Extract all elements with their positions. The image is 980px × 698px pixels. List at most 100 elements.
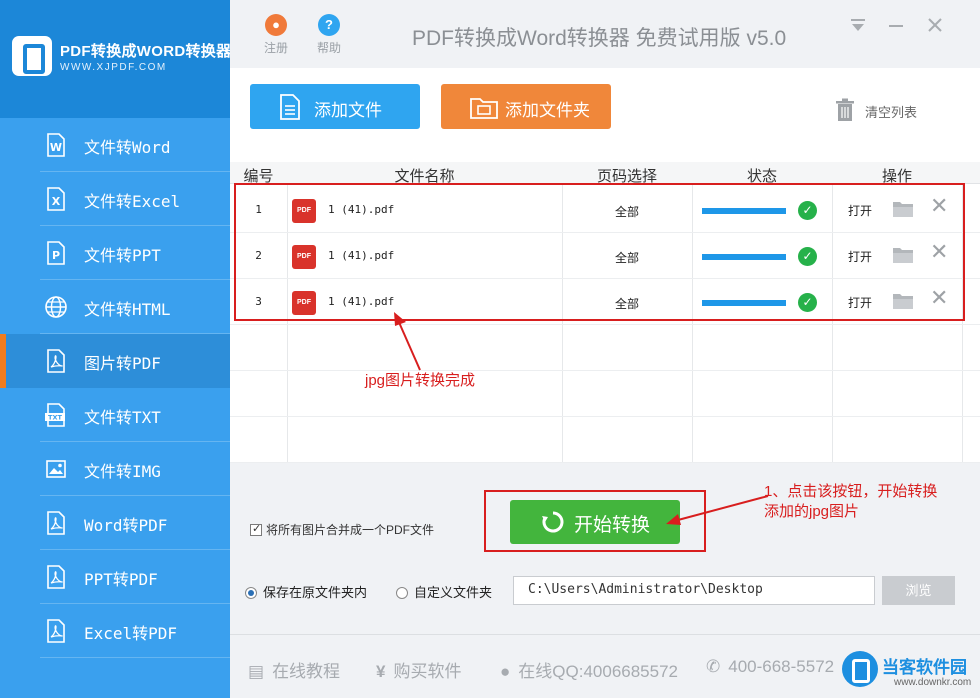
svg-text:P: P — [52, 249, 60, 262]
register-label: 注册 — [263, 41, 288, 55]
sidebar-item-label: 文件转IMG — [84, 462, 161, 481]
document-icon — [280, 94, 300, 120]
sidebar-item-label: Word转PDF — [84, 516, 168, 535]
brand-url: WWW.XJPDF.COM — [60, 62, 167, 73]
app-logo-icon — [12, 36, 52, 76]
sidebar-item-label: 文件转Word — [84, 138, 171, 157]
buy-software-label: 购买软件 — [393, 662, 462, 681]
brand-title: PDF转换成WORD转换器 — [60, 43, 232, 60]
sidebar-item-file-to-img[interactable]: 文件转IMG — [0, 442, 230, 496]
register-button[interactable]: ● 注册 — [256, 14, 296, 56]
phone-link[interactable]: ✆ 400-668-5572 — [706, 657, 834, 677]
sidebar-item-file-to-excel[interactable]: X 文件转Excel — [0, 172, 230, 226]
online-qq-label: 在线QQ:4006685572 — [518, 662, 678, 681]
sidebar-item-ppt-to-pdf[interactable]: PPT转PDF — [0, 550, 230, 604]
phone-label: 400-668-5572 — [728, 657, 835, 676]
pdf-file-icon — [47, 349, 65, 373]
add-folder-label: 添加文件夹 — [505, 101, 590, 120]
main-panel: ● 注册 ? 帮助 PDF转换成Word转换器 免费试用版 v5.0 添加文件 … — [230, 0, 980, 698]
minimize-icon[interactable] — [885, 16, 907, 38]
image-file-icon — [46, 460, 66, 478]
yen-icon: ¥ — [376, 662, 386, 681]
help-button[interactable]: ? 帮助 — [309, 14, 349, 56]
refresh-icon — [542, 511, 564, 533]
checkbox-checked-icon — [250, 522, 262, 536]
globe-icon — [45, 296, 67, 318]
ppt-file-icon: P — [47, 241, 65, 265]
save-custom-radio[interactable]: 自定义文件夹 — [396, 582, 492, 601]
browse-button[interactable]: 浏览 — [882, 576, 955, 605]
sidebar-item-file-to-word[interactable]: W 文件转Word — [0, 118, 230, 172]
sidebar-item-label: 文件转HTML — [84, 300, 171, 319]
radio-selected-icon — [245, 587, 257, 599]
save-custom-label: 自定义文件夹 — [414, 585, 493, 600]
sidebar-item-label: 文件转Excel — [84, 192, 181, 211]
sidebar-item-label: 文件转TXT — [84, 408, 161, 427]
site-watermark: 当客软件园 www.downkr.com — [842, 647, 980, 697]
user-icon: ● — [265, 14, 287, 36]
rows-highlight-box — [234, 183, 965, 321]
merge-pdf-checkbox[interactable]: 将所有图片合并成一个PDF文件 — [250, 521, 434, 538]
sidebar-item-excel-to-pdf[interactable]: Excel转PDF — [0, 604, 230, 658]
close-window-icon[interactable] — [924, 16, 946, 38]
sidebar-item-word-to-pdf[interactable]: Word转PDF — [0, 496, 230, 550]
footer: ▤ 在线教程 ¥ 购买软件 ● 在线QQ:4006685572 ✆ 400-668-55… — [230, 634, 980, 698]
clear-list-label: 清空列表 — [865, 105, 918, 120]
start-conversion-label: 开始转换 — [574, 515, 651, 536]
online-tutorial-label: 在线教程 — [272, 662, 341, 681]
menu-dropdown-icon[interactable] — [847, 16, 869, 38]
conversion-done-note: jpg图片转换完成 — [365, 372, 476, 389]
watermark-logo-icon — [842, 651, 878, 687]
clear-list-button[interactable]: 清空列表 — [835, 98, 917, 125]
add-folder-button[interactable]: 添加文件夹 — [441, 84, 611, 129]
watermark-name: 当客软件园 — [882, 658, 967, 677]
qq-icon: ● — [500, 662, 511, 681]
save-original-label: 保存在原文件夹内 — [263, 585, 368, 600]
sidebar-item-file-to-txt[interactable]: TXT 文件转TXT — [0, 388, 230, 442]
add-file-label: 添加文件 — [314, 101, 382, 120]
watermark-url: www.downkr.com — [894, 677, 972, 688]
help-icon: ? — [318, 14, 340, 36]
buy-software-link[interactable]: ¥ 购买软件 — [376, 657, 461, 682]
trash-icon — [836, 98, 854, 121]
online-tutorial-link[interactable]: ▤ 在线教程 — [248, 657, 340, 682]
app-title: PDF转换成Word转换器 免费试用版 v5.0 — [412, 27, 787, 50]
sidebar-item-label: 文件转PPT — [84, 246, 161, 265]
excel-file-icon: X — [47, 187, 65, 211]
annotation-arrow-left — [666, 495, 769, 525]
toolbar: 添加文件 添加文件夹 清空列表 — [230, 68, 980, 162]
sidebar-item-label: PPT转PDF — [84, 570, 158, 589]
phone-icon: ✆ — [706, 657, 721, 676]
sidebar-item-file-to-ppt[interactable]: P 文件转PPT — [0, 226, 230, 280]
table-header: 编号 文件名称 页码选择 状态 操作 — [230, 162, 980, 185]
brand-header: PDF转换成WORD转换器 WWW.XJPDF.COM — [0, 0, 232, 118]
pdf-file-icon — [47, 511, 65, 535]
txt-file-icon: TXT — [45, 403, 65, 427]
sidebar-item-label: 图片转PDF — [84, 354, 161, 373]
add-file-button[interactable]: 添加文件 — [250, 84, 420, 129]
radio-unselected-icon — [396, 587, 408, 599]
sidebar-item-file-to-html[interactable]: 文件转HTML — [0, 280, 230, 334]
svg-text:X: X — [52, 195, 61, 208]
options-panel: 将所有图片合并成一个PDF文件 开始转换 1、点击该按钮，开始转换 添加的jpg… — [230, 466, 980, 634]
tutorial-doc-icon: ▤ — [248, 662, 265, 681]
start-conversion-button[interactable]: 开始转换 — [510, 500, 680, 544]
title-bar: ● 注册 ? 帮助 PDF转换成Word转换器 免费试用版 v5.0 — [230, 0, 980, 68]
pdf-file-icon — [47, 565, 65, 589]
merge-pdf-label: 将所有图片合并成一个PDF文件 — [266, 523, 435, 537]
word-file-icon: W — [47, 133, 65, 157]
svg-text:W: W — [50, 141, 62, 154]
help-label: 帮助 — [316, 41, 341, 55]
sidebar-item-label: Excel转PDF — [84, 624, 178, 643]
output-path-input[interactable]: C:\Users\Administrator\Desktop — [513, 576, 875, 605]
save-original-radio[interactable]: 保存在原文件夹内 — [245, 582, 367, 601]
svg-text:TXT: TXT — [48, 414, 62, 422]
start-note-line1: 1、点击该按钮，开始转换 — [764, 483, 938, 500]
start-note-line2: 添加的jpg图片 — [764, 503, 860, 520]
pdf-file-icon — [47, 619, 65, 643]
annotation-arrow-up — [394, 312, 421, 371]
online-qq-link[interactable]: ● 在线QQ:4006685572 — [500, 657, 678, 682]
sidebar-item-image-to-pdf[interactable]: 图片转PDF — [0, 334, 230, 388]
sidebar: PDF转换成WORD转换器 WWW.XJPDF.COM W 文件转Word X … — [0, 0, 232, 698]
folder-icon — [470, 98, 498, 119]
